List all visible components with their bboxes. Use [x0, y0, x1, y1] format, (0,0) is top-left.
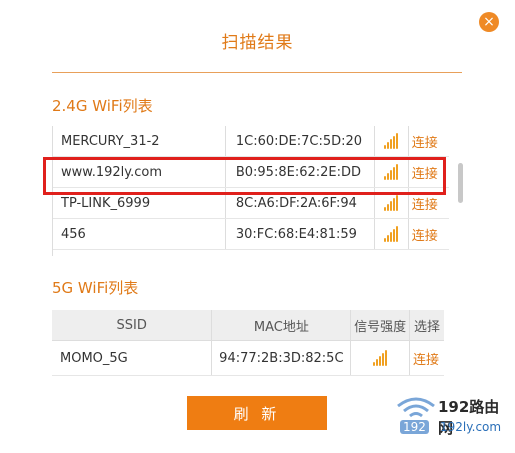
mac-cell: 30:FC:68:E4:81:59 [225, 218, 376, 250]
signal-strength-icon [384, 195, 399, 211]
wifi5-table: SSID MAC地址 信号强度 选择 MOMO_5G 94:77:2B:3D:8… [52, 310, 444, 376]
table-row: MOMO_5G 94:77:2B:3D:82:5C 连接 [52, 340, 444, 376]
watermark-logo: 192路由网 192 192ly.com [392, 394, 512, 440]
header-action: 选择 [409, 310, 444, 341]
connect-link[interactable]: 连接 [412, 136, 438, 151]
signal-cell [374, 126, 409, 157]
signal-cell [350, 340, 410, 376]
wifi-logo-icon [397, 397, 435, 418]
watermark-sub-right: 192ly.com [440, 420, 502, 434]
wifi5-list[interactable]: SSID MAC地址 信号强度 选择 MOMO_5G 94:77:2B:3D:8… [52, 310, 444, 376]
ssid-cell: MOMO_5G [52, 340, 213, 376]
table-header-row: SSID MAC地址 信号强度 选择 [52, 310, 444, 341]
highlight-box [43, 157, 446, 195]
mac-cell: 94:77:2B:3D:82:5C [211, 340, 352, 376]
ssid-cell: 456 [53, 218, 226, 250]
watermark-sub-left: 192 [400, 420, 429, 434]
refresh-button[interactable]: 刷 新 [187, 396, 327, 430]
signal-strength-icon [373, 350, 388, 366]
signal-strength-icon [384, 133, 399, 149]
close-icon: × [483, 14, 495, 30]
header-ssid: SSID [52, 310, 213, 341]
wifi24-scrollbar[interactable] [458, 163, 463, 203]
connect-link[interactable]: 连接 [413, 353, 439, 368]
table-row: MERCURY_31-2 1C:60:DE:7C:5D:20 连接 [53, 126, 449, 157]
signal-strength-icon [384, 226, 399, 242]
table-row: 456 30:FC:68:E4:81:59 连接 [53, 218, 449, 250]
wifi24-section-title: 2.4G WiFi列表 [52, 97, 153, 115]
mac-cell: 1C:60:DE:7C:5D:20 [225, 126, 376, 157]
title-divider [52, 72, 462, 73]
wifi5-section-title: 5G WiFi列表 [52, 279, 139, 297]
header-signal: 信号强度 [350, 310, 410, 341]
connect-link[interactable]: 连接 [412, 229, 438, 244]
dialog-title: 扫描结果 [221, 33, 294, 53]
signal-cell [374, 218, 409, 250]
ssid-cell: MERCURY_31-2 [53, 126, 226, 157]
header-mac: MAC地址 [211, 310, 352, 341]
connect-link[interactable]: 连接 [412, 198, 438, 213]
